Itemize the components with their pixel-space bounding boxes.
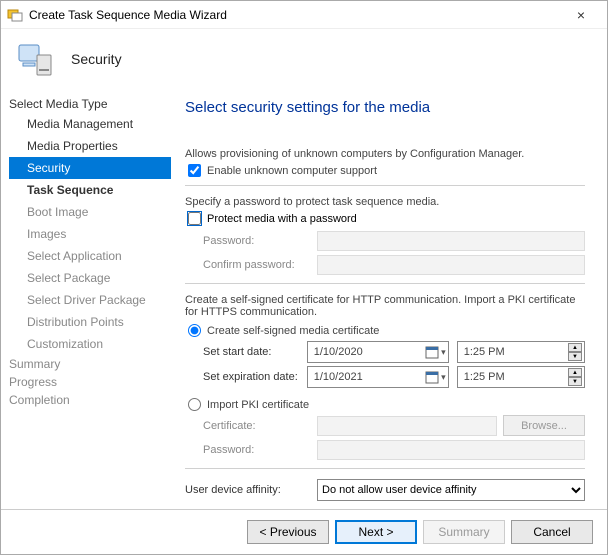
radio-self-signed-label: Create self-signed media certificate: [207, 325, 379, 337]
wizard-header: Security: [1, 29, 607, 93]
pw-checkbox[interactable]: [188, 212, 201, 225]
pw-confirm-label: Confirm password:: [185, 259, 317, 271]
sidebar-item-media-properties[interactable]: Media Properties: [9, 135, 171, 157]
unknown-checkbox[interactable]: [188, 164, 201, 177]
app-icon: [7, 7, 23, 23]
radio-import-pki-label: Import PKI certificate: [207, 399, 309, 411]
exp-time-picker[interactable]: 1:25 PM ▲▼: [457, 366, 585, 388]
previous-button[interactable]: < Previous: [247, 520, 329, 544]
sidebar-group-summary: Summary: [9, 355, 171, 373]
start-date-label: Set start date:: [185, 346, 307, 358]
uda-select[interactable]: Do not allow user device affinity: [317, 479, 585, 501]
import-pw-input: [317, 440, 585, 460]
window-title: Create Task Sequence Media Wizard: [29, 8, 561, 22]
browse-button: Browse...: [503, 415, 585, 436]
exp-date-picker[interactable]: 1/10/2021 ▾: [307, 366, 449, 388]
unknown-checkbox-label: Enable unknown computer support: [207, 165, 377, 177]
pw-desc: Specify a password to protect task seque…: [185, 196, 585, 208]
pw-checkbox-row: Protect media with a password: [185, 212, 585, 225]
pw-input: [317, 231, 585, 251]
cancel-button[interactable]: Cancel: [511, 520, 593, 544]
wizard-footer: < Previous Next > Summary Cancel: [1, 509, 607, 554]
import-pw-label: Password:: [185, 444, 317, 456]
calendar-icon: [425, 370, 439, 384]
header-label: Security: [71, 51, 122, 67]
exp-date-label: Set expiration date:: [185, 371, 307, 383]
divider-2: [185, 283, 585, 284]
unknown-checkbox-row: Enable unknown computer support: [185, 164, 585, 177]
sidebar-group-progress: Progress: [9, 373, 171, 391]
pw-label: Password:: [185, 235, 317, 247]
exp-time-spinner[interactable]: ▲▼: [568, 368, 582, 386]
import-cert-label: Certificate:: [185, 420, 317, 432]
sidebar-item-task-sequence[interactable]: Task Sequence: [9, 179, 171, 201]
sidebar-item-select-application: Select Application: [9, 245, 171, 267]
page-heading: Select security settings for the media: [185, 99, 585, 116]
sidebar-group-top: Select Media Type: [9, 95, 171, 113]
sidebar-group-completion: Completion: [9, 391, 171, 409]
calendar-icon: [425, 345, 439, 359]
divider-3: [185, 468, 585, 469]
pw-confirm-input: [317, 255, 585, 275]
divider-1: [185, 185, 585, 186]
radio-import-pki[interactable]: [188, 398, 201, 411]
sidebar: Select Media Type Media Management Media…: [1, 93, 171, 509]
radio-self-signed[interactable]: [188, 324, 201, 337]
security-header-icon: [17, 39, 57, 79]
sidebar-item-images: Images: [9, 223, 171, 245]
start-time-picker[interactable]: 1:25 PM ▲▼: [457, 341, 585, 363]
uda-label: User device affinity:: [185, 484, 317, 496]
sidebar-item-media-management[interactable]: Media Management: [9, 113, 171, 135]
summary-button: Summary: [423, 520, 505, 544]
chevron-down-icon: ▾: [441, 372, 446, 383]
sidebar-item-boot-image: Boot Image: [9, 201, 171, 223]
pw-checkbox-label: Protect media with a password: [207, 213, 357, 225]
wizard-body: Select Media Type Media Management Media…: [1, 93, 607, 509]
sidebar-item-select-driver-package: Select Driver Package: [9, 289, 171, 311]
start-time-spinner[interactable]: ▲▼: [568, 343, 582, 361]
sidebar-item-distribution-points: Distribution Points: [9, 311, 171, 333]
next-button[interactable]: Next >: [335, 520, 417, 544]
close-button[interactable]: ×: [561, 7, 601, 23]
chevron-down-icon: ▾: [441, 347, 446, 358]
titlebar: Create Task Sequence Media Wizard ×: [1, 1, 607, 29]
cert-desc: Create a self-signed certificate for HTT…: [185, 294, 585, 318]
unknown-desc: Allows provisioning of unknown computers…: [185, 148, 585, 160]
start-date-picker[interactable]: 1/10/2020 ▾: [307, 341, 449, 363]
sidebar-item-select-package: Select Package: [9, 267, 171, 289]
main-panel: Select security settings for the media A…: [171, 93, 607, 509]
sidebar-item-customization: Customization: [9, 333, 171, 355]
import-cert-input: [317, 416, 497, 436]
wizard-window: Create Task Sequence Media Wizard × Secu…: [0, 0, 608, 555]
sidebar-item-security[interactable]: Security: [9, 157, 171, 179]
